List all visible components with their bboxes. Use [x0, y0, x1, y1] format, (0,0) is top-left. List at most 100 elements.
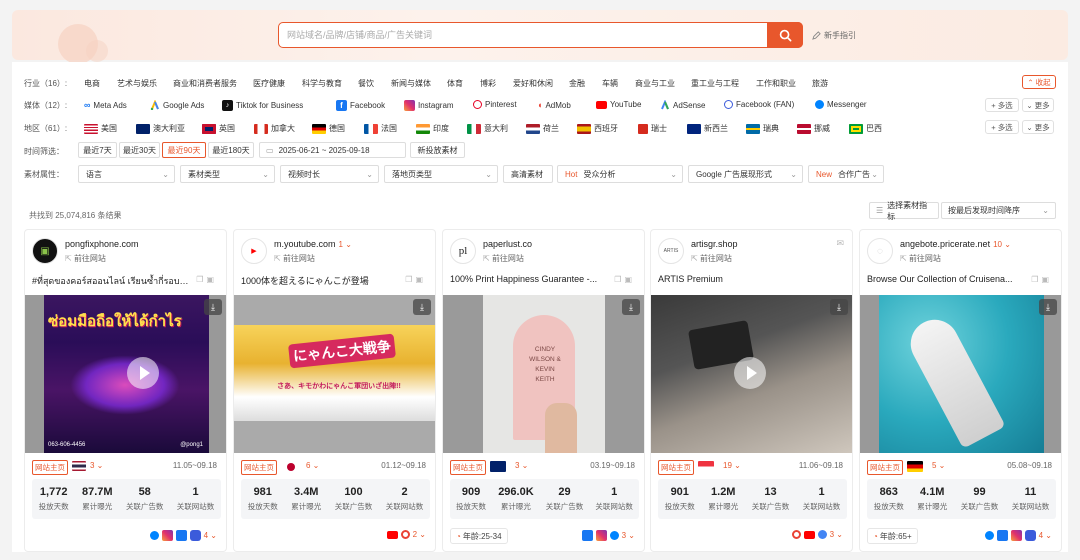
partner-ads-select[interactable]: New 合作广告 ⌄ — [808, 165, 884, 183]
goto-site-link[interactable]: ⇱ 前往网站 — [274, 253, 315, 264]
goto-site-link[interactable]: ⇱ 前往网站 — [691, 253, 732, 264]
site-domain[interactable]: pongfixphone.com — [65, 239, 139, 249]
mail-icon[interactable]: ✉ — [836, 238, 844, 249]
language-select[interactable]: 语言 ⌄ — [78, 165, 175, 183]
region-item-au[interactable]: 澳大利亚 — [136, 123, 185, 134]
media-item-google-ads[interactable]: Google Ads — [150, 100, 204, 110]
social-icons[interactable]: 4 ⌄ — [149, 530, 217, 541]
industry-item[interactable]: 车辆 — [602, 78, 618, 89]
region-item-nz[interactable]: 新西兰 — [687, 123, 728, 134]
search-button[interactable] — [767, 22, 803, 48]
google-format-select[interactable]: Google 广告展现形式 ⌄ — [688, 165, 803, 183]
download-icon[interactable]: ⤓ — [622, 299, 640, 315]
ad-image[interactable]: にゃんこ大戦争 さあ、キモかわにゃんこ軍団いざ出陣!! — [234, 295, 435, 453]
region-multi-select[interactable]: + 多选 — [985, 120, 1019, 134]
industry-item[interactable]: 金融 — [569, 78, 585, 89]
goto-site-link[interactable]: ⇱ 前往网站 — [65, 253, 106, 264]
homepage-badge[interactable]: 网站主页 — [32, 460, 68, 475]
play-icon[interactable] — [127, 357, 159, 389]
site-domain[interactable]: m.youtube.com 1 ⌄ — [274, 239, 352, 249]
age-tag[interactable]: ◔ 年龄:25-34 — [450, 528, 508, 544]
download-icon[interactable]: ⤓ — [1039, 299, 1057, 315]
ad-card[interactable]: ARTIS artisgr.shop ⇱ 前往网站 ✉ ARTIS Premiu… — [650, 229, 853, 552]
media-item-facebook[interactable]: f Facebook — [336, 100, 385, 111]
region-item-nl[interactable]: 荷兰 — [526, 123, 559, 134]
region-item-se[interactable]: 瑞典 — [746, 123, 779, 134]
media-item-youtube[interactable]: YouTube — [596, 100, 641, 109]
social-icons[interactable]: 2 ⌄ — [386, 530, 426, 539]
social-icons[interactable]: 3 ⌄ — [581, 530, 635, 541]
media-more-button[interactable]: ⌄ 更多 — [1022, 98, 1054, 112]
industry-item[interactable]: 工作和职业 — [756, 78, 796, 89]
media-item-tiktok[interactable]: ♪ Tiktok for Business — [222, 100, 303, 111]
ad-image[interactable] — [860, 295, 1061, 453]
media-item-messenger[interactable]: Messenger — [815, 100, 867, 109]
media-item-admob[interactable]: ◖ AdMob — [537, 100, 571, 110]
region-more-button[interactable]: ⌄ 更多 — [1022, 120, 1054, 134]
age-tag[interactable]: ◔ 年龄:65+ — [867, 528, 918, 544]
homepage-badge[interactable]: 网站主页 — [658, 460, 694, 475]
media-item-facebook-fan[interactable]: Facebook (FAN) — [724, 100, 794, 109]
search-input[interactable] — [287, 23, 767, 46]
copy-icon[interactable]: ❐▣ — [1031, 275, 1052, 284]
country-count[interactable]: 3 ⌄ — [90, 461, 103, 470]
region-item-it[interactable]: 意大利 — [467, 123, 508, 134]
ad-card[interactable]: ◌ angebote.pricerate.net 10 ⌄ ⇱ 前往网站 Brow… — [859, 229, 1062, 552]
indicator-button[interactable]: ☰ 选择素材指标 — [869, 201, 939, 221]
video-duration-select[interactable]: 视频时长 ⌄ — [280, 165, 379, 183]
industry-item[interactable]: 医疗健康 — [253, 78, 285, 89]
copy-icon[interactable]: ❐▣ — [405, 275, 426, 284]
download-icon[interactable]: ⤓ — [413, 299, 431, 315]
country-count[interactable]: 19 ⌄ — [723, 461, 741, 470]
region-item-no[interactable]: 挪威 — [797, 123, 830, 134]
sort-select[interactable]: 按最后发现时间降序 ⌄ — [941, 202, 1056, 219]
time-90d-button[interactable]: 最近90天 — [162, 142, 206, 158]
goto-site-link[interactable]: ⇱ 前往网站 — [483, 253, 524, 264]
media-multi-select[interactable]: + 多选 — [985, 98, 1019, 112]
material-type-select[interactable]: 素材类型 ⌄ — [180, 165, 275, 183]
ad-video[interactable] — [651, 295, 852, 453]
media-item-meta-ads[interactable]: ∞ Meta Ads — [84, 100, 127, 110]
country-count[interactable]: 3 ⌄ — [515, 461, 528, 470]
region-item-uk[interactable]: 英国 — [202, 123, 235, 134]
region-item-de[interactable]: 德国 — [312, 123, 345, 134]
new-material-toggle[interactable]: 新投放素材 — [410, 142, 465, 158]
collapse-button[interactable]: ⌃ 收起 — [1022, 75, 1056, 89]
industry-item[interactable]: 新闻与媒体 — [391, 78, 431, 89]
audience-select[interactable]: Hot 受众分析 ⌄ — [557, 165, 683, 183]
region-item-ca[interactable]: 加拿大 — [254, 123, 295, 134]
time-7d-button[interactable]: 最近7天 — [78, 142, 117, 158]
site-domain[interactable]: paperlust.co — [483, 239, 532, 249]
homepage-badge[interactable]: 网站主页 — [867, 460, 903, 475]
media-item-adsense[interactable]: AdSense — [660, 100, 705, 110]
copy-icon[interactable]: ❐▣ — [614, 275, 635, 284]
country-count[interactable]: 5 ⌄ — [932, 461, 945, 470]
ad-card[interactable]: ▣ pongfixphone.com ⇱ 前往网站 #ที่สุดของคอร์… — [24, 229, 227, 552]
industry-item[interactable]: 电商 — [84, 78, 100, 89]
industry-item[interactable]: 商业与工业 — [635, 78, 675, 89]
goto-site-link[interactable]: ⇱ 前往网站 — [900, 253, 941, 264]
landing-page-select[interactable]: 落地页类型 ⌄ — [384, 165, 498, 183]
ad-video[interactable]: ซ่อมมือถือให้ได้กำไร 063-606-4456 @pong1 — [44, 295, 209, 453]
region-item-in[interactable]: 印度 — [416, 123, 449, 134]
region-item-fr[interactable]: 法国 — [364, 123, 397, 134]
country-count[interactable]: 6 ⌄ — [306, 461, 319, 470]
media-item-instagram[interactable]: Instagram — [404, 100, 454, 111]
time-30d-button[interactable]: 最近30天 — [119, 142, 160, 158]
industry-item[interactable]: 爱好和休闲 — [513, 78, 553, 89]
ad-card[interactable]: pl paperlust.co ⇱ 前往网站 100% Print Happin… — [442, 229, 645, 552]
download-icon[interactable]: ⤓ — [830, 299, 848, 315]
industry-item[interactable]: 体育 — [447, 78, 463, 89]
site-domain[interactable]: artisgr.shop — [691, 239, 738, 249]
industry-item[interactable]: 博彩 — [480, 78, 496, 89]
ad-card[interactable]: ▶ m.youtube.com 1 ⌄ ⇱ 前往网站 1000体を超えるにゃんこが… — [233, 229, 436, 552]
site-domain[interactable]: angebote.pricerate.net 10 ⌄ — [900, 239, 1011, 249]
download-icon[interactable]: ⤓ — [204, 299, 222, 315]
industry-item[interactable]: 艺术与娱乐 — [117, 78, 157, 89]
industry-item[interactable]: 餐饮 — [358, 78, 374, 89]
social-icons[interactable]: 3 ⌄ — [791, 530, 843, 539]
copy-icon[interactable]: ❐▣ — [196, 275, 217, 284]
industry-item[interactable]: 科学与教育 — [302, 78, 342, 89]
industry-item[interactable]: 商业和消费者服务 — [173, 78, 237, 89]
play-icon[interactable] — [734, 357, 766, 389]
